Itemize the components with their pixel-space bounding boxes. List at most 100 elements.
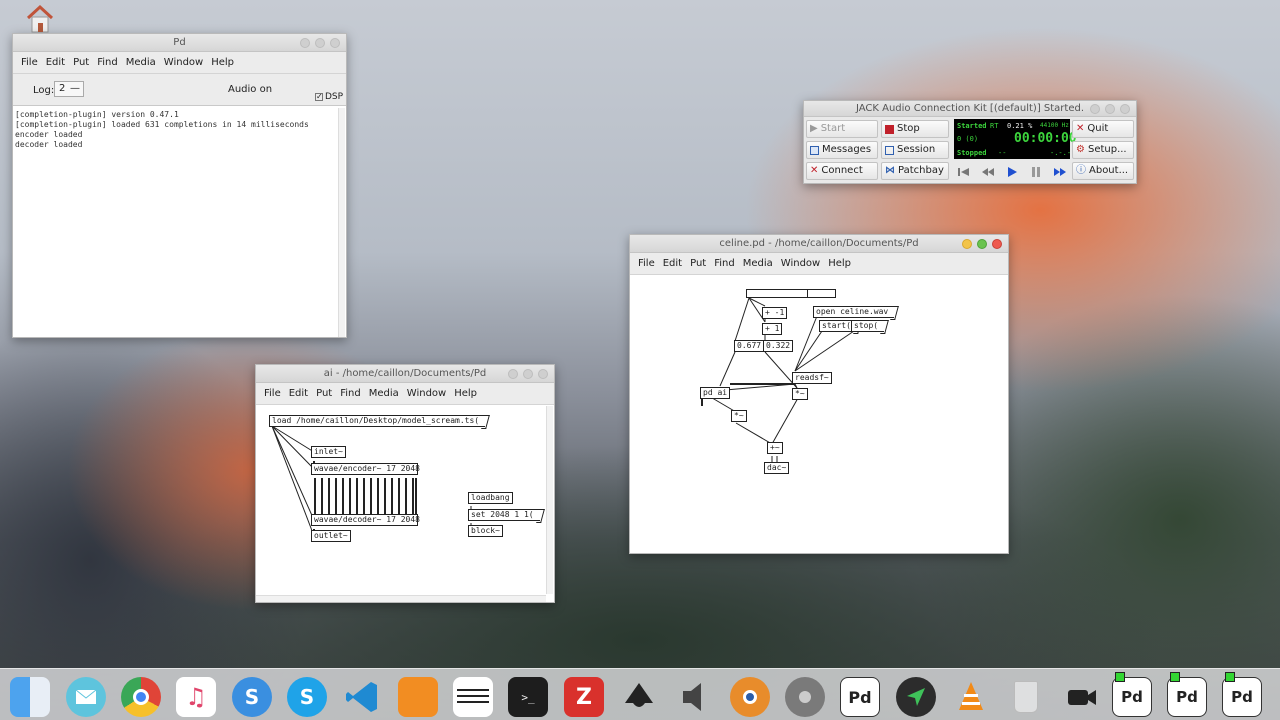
minimize-button[interactable] [962, 239, 972, 249]
dsp-checkbox[interactable]: ✓ DSP [315, 92, 343, 102]
jack-start-button[interactable]: ▶ Start [806, 120, 878, 138]
pause-button[interactable] [1026, 163, 1046, 181]
menu-file[interactable]: File [260, 388, 285, 399]
encoder-object[interactable]: wavae/encoder~ 17 2048 [311, 463, 420, 475]
menu-edit[interactable]: Edit [659, 258, 686, 269]
ai-titlebar[interactable]: ai - /home/caillon/Documents/Pd [256, 365, 554, 383]
menu-help[interactable]: Help [207, 57, 238, 68]
maximize-button[interactable] [523, 369, 533, 379]
outlet-object[interactable]: outlet~ [311, 530, 351, 542]
menu-media[interactable]: Media [122, 57, 160, 68]
jack-messages-button[interactable]: Messages [806, 141, 878, 159]
decoder-object[interactable]: wavae/decoder~ 17 2048 [311, 514, 420, 526]
readsf-object[interactable]: readsf~ [792, 372, 832, 384]
loadbang-object[interactable]: loadbang [468, 492, 513, 504]
close-button[interactable] [538, 369, 548, 379]
minus-one-object[interactable]: + -1 [762, 307, 788, 319]
jack-session-button[interactable]: Session [881, 141, 949, 159]
ai-canvas[interactable]: load /home/caillon/Desktop/model_scream.… [256, 406, 554, 602]
menu-window[interactable]: Window [403, 388, 450, 399]
menu-edit[interactable]: Edit [285, 388, 312, 399]
menu-window[interactable]: Window [160, 57, 207, 68]
jack-patchbay-button[interactable]: ⋈ Patchbay [881, 162, 949, 180]
rewind-start-button[interactable] [954, 163, 974, 181]
menu-window[interactable]: Window [777, 258, 824, 269]
pd-icon[interactable]: Pd [840, 677, 880, 717]
jack-connect-button[interactable]: ✕ Connect [806, 162, 878, 180]
pd-running-1[interactable]: Pd [1112, 672, 1152, 717]
finder-icon[interactable] [10, 677, 50, 717]
pd-running-3[interactable]: Pd [1222, 672, 1262, 717]
load-model-message[interactable]: load /home/caillon/Desktop/model_scream.… [269, 415, 486, 427]
menu-help[interactable]: Help [450, 388, 481, 399]
menu-file[interactable]: File [17, 57, 42, 68]
close-button[interactable] [1120, 104, 1130, 114]
menu-help[interactable]: Help [824, 258, 855, 269]
gain-number-b[interactable]: 0.322 [763, 340, 794, 352]
console-scrollbar[interactable] [338, 108, 345, 337]
menu-put[interactable]: Put [69, 57, 93, 68]
gain-number-a[interactable]: 0.677 [734, 340, 765, 352]
navigator-icon[interactable] [896, 677, 936, 717]
simplenote-icon[interactable]: S [232, 677, 272, 717]
sublime-merge-icon[interactable] [398, 677, 438, 717]
slider-knob[interactable] [807, 290, 808, 297]
log-level-select[interactable]: 2 — [54, 81, 84, 97]
terminal-icon[interactable]: >_ [508, 677, 548, 717]
jack-quit-button[interactable]: ✕ Quit [1072, 120, 1134, 138]
open-file-message[interactable]: open celine.wav [813, 306, 895, 318]
minimize-button[interactable] [508, 369, 518, 379]
plus-one-object[interactable]: + 1 [762, 323, 783, 335]
close-button[interactable] [992, 239, 1002, 249]
celine-canvas[interactable]: open celine.wav start( stop( + -1 + 1 0.… [630, 276, 1008, 553]
multiply-object-a[interactable]: *~ [731, 410, 747, 422]
menu-file[interactable]: File [634, 258, 659, 269]
jack-setup-button[interactable]: ⚙ Setup... [1072, 141, 1134, 159]
play-button[interactable] [1002, 163, 1022, 181]
disk-icon[interactable] [785, 677, 825, 717]
vlc-icon[interactable] [951, 677, 991, 717]
menu-find[interactable]: Find [93, 57, 122, 68]
skype-icon[interactable]: S [287, 677, 327, 717]
jack-stop-button[interactable]: Stop [881, 120, 949, 138]
menu-put[interactable]: Put [312, 388, 336, 399]
block-object[interactable]: block~ [468, 525, 503, 537]
pd-main-titlebar[interactable]: Pd [13, 34, 346, 52]
ai-vertical-scrollbar[interactable] [546, 406, 553, 594]
celine-titlebar[interactable]: celine.pd - /home/caillon/Documents/Pd [630, 235, 1008, 253]
trash-icon[interactable] [1006, 677, 1046, 717]
menu-media[interactable]: Media [365, 388, 403, 399]
stop-message[interactable]: stop( [851, 320, 885, 332]
chrome-icon[interactable] [121, 677, 161, 717]
jack-titlebar[interactable]: JACK Audio Connection Kit [(default)] St… [804, 101, 1136, 117]
blender-icon[interactable] [730, 677, 770, 717]
menu-find[interactable]: Find [710, 258, 739, 269]
mail-icon[interactable] [66, 677, 106, 717]
maximize-button[interactable] [977, 239, 987, 249]
close-button[interactable] [330, 38, 340, 48]
menu-media[interactable]: Media [739, 258, 777, 269]
minimize-button[interactable] [1090, 104, 1100, 114]
vscode-icon[interactable] [342, 677, 382, 717]
pd-ai-subpatch[interactable]: pd ai [700, 387, 731, 399]
dac-object[interactable]: dac~ [764, 462, 790, 474]
rewind-button[interactable] [978, 163, 998, 181]
minimize-button[interactable] [300, 38, 310, 48]
mixer-icon[interactable] [453, 677, 493, 717]
menu-find[interactable]: Find [336, 388, 365, 399]
ai-horizontal-scrollbar[interactable] [256, 595, 546, 602]
add-object[interactable]: +~ [767, 442, 783, 454]
audio-icon[interactable] [674, 677, 714, 717]
obs-icon[interactable] [1062, 677, 1102, 717]
menu-edit[interactable]: Edit [42, 57, 69, 68]
multiply-object-b[interactable]: *~ [792, 388, 808, 400]
menu-put[interactable]: Put [686, 258, 710, 269]
pd-running-2[interactable]: Pd [1167, 672, 1207, 717]
zotero-icon[interactable]: Z [564, 677, 604, 717]
music-icon[interactable]: ♫ [176, 677, 216, 717]
playback-slider[interactable] [746, 289, 836, 298]
inlet-object[interactable]: inlet~ [311, 446, 346, 458]
jack-about-button[interactable]: ⓘ About... [1072, 162, 1134, 180]
maximize-button[interactable] [315, 38, 325, 48]
fast-forward-button[interactable] [1050, 163, 1070, 181]
